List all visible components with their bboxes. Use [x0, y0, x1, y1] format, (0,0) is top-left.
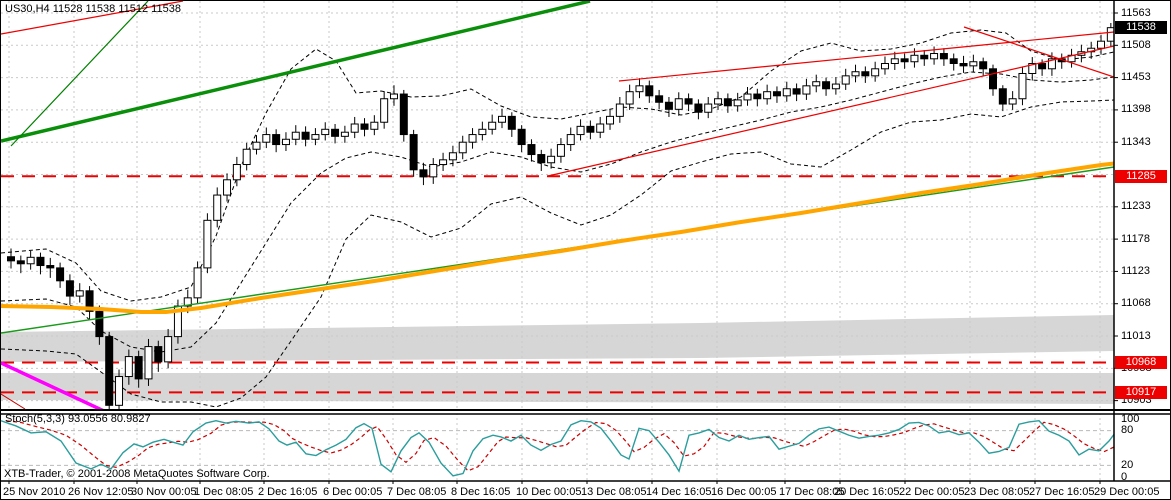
- time-axis-label: 14 Dec 16:05: [646, 486, 712, 498]
- trading-chart-window: US30,H4 11528 11538 11512 11538 Stoch(5,…: [0, 0, 1171, 500]
- time-axis-label: 29 Dec 00:05: [1094, 486, 1160, 498]
- price-axis-label: 11068: [1121, 297, 1151, 310]
- time-axis-label: 8 Dec 16:05: [451, 486, 511, 498]
- price-axis-label: 11563: [1121, 6, 1151, 19]
- price-axis-label: 11398: [1121, 103, 1151, 116]
- price-axis-label: 11123: [1121, 264, 1150, 277]
- current-price-badge: 11538: [1115, 21, 1167, 35]
- gray-zone: [1, 373, 1114, 404]
- time-axis-label: 23 Dec 08:05: [964, 486, 1030, 498]
- price-axis-label: 11453: [1121, 71, 1151, 84]
- price-axis-label: 11233: [1121, 200, 1151, 213]
- stoch-axis-label: 80: [1121, 424, 1134, 437]
- time-axis-label: 1 Dec 08:05: [194, 486, 254, 498]
- stoch-indicator-label: Stoch(5,3,3) 93.0556 80.9827: [5, 413, 151, 425]
- price-axis-label: 11508: [1121, 38, 1151, 51]
- time-axis-label: 10 Dec 00:05: [516, 486, 582, 498]
- price-level-badge: 10968: [1115, 355, 1167, 369]
- time-axis-label: 13 Dec 08:05: [581, 486, 647, 498]
- price-axis-label: 11178: [1121, 232, 1150, 245]
- copyright-text: XTB-Trader, © 2001-2008 MetaQuotes Softw…: [4, 468, 270, 480]
- time-axis-label: 26 Nov 12:05: [68, 486, 134, 498]
- main-pane[interactable]: [1, 1, 1136, 413]
- time-axis-label: 30 Nov 00:05: [131, 486, 197, 498]
- chart-title: US30,H4 11528 11538 11512 11538: [5, 3, 181, 15]
- time-axis-label: 25 Nov 2010: [3, 486, 66, 498]
- chart-canvas[interactable]: [1, 1, 1171, 500]
- time-axis-label: 2 Dec 16:05: [258, 486, 318, 498]
- price-axis-label: 11343: [1121, 135, 1151, 148]
- red-channel-lower[interactable]: [547, 45, 1114, 177]
- stoch-axis-label: 0: [1121, 470, 1128, 483]
- price-level-badge: 10917: [1115, 385, 1167, 399]
- time-axis-label: 22 Dec 00:05: [899, 486, 965, 498]
- time-axis-label: 7 Dec 08:05: [387, 486, 447, 498]
- time-axis-label: 6 Dec 00:05: [323, 486, 383, 498]
- price-axis-label: 11013: [1121, 329, 1151, 342]
- time-axis-label: 16 Dec 00:05: [711, 486, 777, 498]
- time-axis-label: 27 Dec 16:05: [1029, 486, 1095, 498]
- time-axis-label: 20 Dec 16:05: [834, 486, 900, 498]
- stoch-axis-label: 100: [1121, 412, 1140, 425]
- price-level-badge: 11285: [1115, 169, 1167, 183]
- stoch-axis-label: 20: [1121, 458, 1134, 471]
- green-thin-steep[interactable]: [10, 1, 149, 147]
